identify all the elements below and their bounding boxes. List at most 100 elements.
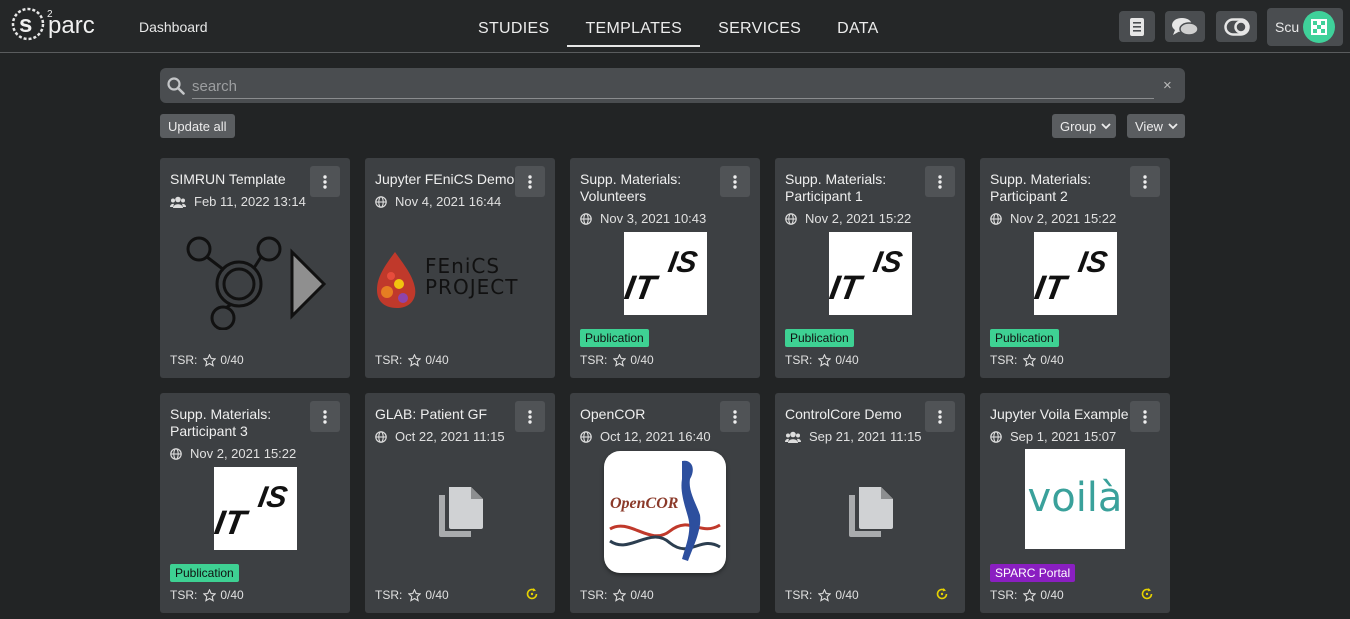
card-date-text: Oct 22, 2021 11:15 [395, 429, 505, 444]
chevron-down-icon [1168, 123, 1178, 130]
card-title: SIMRUN Template [170, 171, 286, 187]
view-dropdown[interactable]: View [1127, 114, 1185, 138]
top-navbar: s 2 parc Dashboard STUDIES TEMPLATES SER… [0, 0, 1350, 53]
template-card[interactable]: Jupyter Voila Example Sep 1, 2021 15:07 v… [980, 393, 1170, 613]
template-card[interactable]: OpenCOR Oct 12, 2021 16:40 OpenCOR TSR: 0/… [570, 393, 760, 613]
card-menu-button[interactable] [1130, 401, 1160, 432]
search-input[interactable] [192, 74, 1154, 99]
template-card[interactable]: Supp. Materials: Volunteers Nov 3, 2021 1… [570, 158, 760, 378]
tsr-value: 0/40 [220, 353, 244, 367]
card-tag: Publication [580, 329, 649, 347]
template-card[interactable]: Supp. Materials: Participant 1 Nov 2, 202… [775, 158, 965, 378]
template-card[interactable]: Supp. Materials: Participant 3 Nov 2, 202… [160, 393, 350, 613]
svg-text:parc: parc [48, 12, 95, 39]
tab-studies[interactable]: STUDIES [460, 0, 567, 53]
card-menu-button[interactable] [720, 401, 750, 432]
card-title: Supp. Materials: Volunteers [580, 171, 682, 204]
card-update-button[interactable] [935, 587, 949, 606]
tab-templates[interactable]: TEMPLATES [567, 0, 700, 53]
template-card[interactable]: GLAB: Patient GF Oct 22, 2021 11:15 TSR: 0… [365, 393, 555, 613]
user-menu-button[interactable]: Scu [1267, 8, 1343, 46]
update-all-label: Update all [168, 118, 227, 134]
card-menu-button[interactable] [310, 166, 340, 197]
search-icon [167, 77, 185, 95]
update-icon[interactable] [935, 587, 949, 601]
card-tsr: TSR: 0/40 [170, 353, 244, 367]
copy-icon [849, 487, 893, 537]
manual-button[interactable] [1119, 11, 1155, 42]
card-tsr: TSR: 0/40 [580, 588, 654, 602]
tab-services[interactable]: SERVICES [700, 0, 819, 53]
tsr-label: TSR: [990, 353, 1018, 367]
update-icon[interactable] [525, 587, 539, 601]
card-menu-button[interactable] [515, 166, 545, 197]
template-card[interactable]: Jupyter FEniCS Demo Nov 4, 2021 16:44 FEn… [365, 158, 555, 378]
card-menu-button[interactable] [1130, 166, 1160, 197]
more-vert-icon [323, 409, 327, 424]
globe-icon [375, 195, 387, 208]
more-vert-icon [1143, 174, 1147, 189]
card-menu-button[interactable] [925, 401, 955, 432]
tsr-label: TSR: [990, 588, 1018, 602]
card-title: Supp. Materials: Participant 2 [990, 171, 1092, 204]
chevron-down-icon [1101, 123, 1111, 130]
card-tsr: TSR: 0/40 [785, 588, 859, 602]
tsr-label: TSR: [375, 588, 403, 602]
tsr-label: TSR: [170, 353, 198, 367]
card-update-button[interactable] [1140, 587, 1154, 606]
user-initials: Scu [1275, 19, 1300, 35]
group-dropdown[interactable]: Group [1052, 114, 1116, 138]
svg-text:IT: IT [624, 269, 662, 307]
star-icon [203, 588, 217, 602]
card-tsr: TSR: 0/40 [785, 353, 859, 367]
theme-toggle-icon [1223, 17, 1250, 36]
card-menu-button[interactable] [515, 401, 545, 432]
card-tsr: TSR: 0/40 [375, 353, 449, 367]
more-vert-icon [323, 174, 327, 189]
dashboard-label[interactable]: Dashboard [139, 19, 208, 35]
copy-icon [439, 487, 483, 537]
update-icon[interactable] [1140, 587, 1154, 601]
globe-icon [580, 430, 592, 443]
star-icon [1023, 353, 1037, 367]
tsr-label: TSR: [170, 588, 198, 602]
more-vert-icon [733, 174, 737, 189]
tab-data[interactable]: DATA [819, 0, 897, 53]
card-date-text: Sep 21, 2021 11:15 [809, 429, 922, 444]
opencor-logo: OpenCOR [604, 451, 726, 573]
star-icon [818, 588, 832, 602]
sparc-logo[interactable]: s 2 parc [11, 6, 111, 42]
card-menu-button[interactable] [925, 166, 955, 197]
fenics-logo: FEniCS PROJECT [373, 248, 548, 310]
card-tsr: TSR: 0/40 [375, 588, 449, 602]
star-icon [613, 353, 627, 367]
card-date: Nov 2, 2021 15:22 [785, 211, 911, 226]
update-all-button[interactable]: Update all [160, 114, 235, 138]
card-menu-button[interactable] [310, 401, 340, 432]
globe-icon [170, 447, 182, 460]
template-card[interactable]: SIMRUN Template Feb 11, 2022 13:14 TSR: 0/… [160, 158, 350, 378]
globe-icon [580, 212, 592, 225]
card-menu-button[interactable] [720, 166, 750, 197]
template-card[interactable]: ControlCore Demo Sep 21, 2021 11:15 TSR: 0… [775, 393, 965, 613]
svg-text:IS: IS [666, 246, 700, 279]
card-title: Supp. Materials: Participant 1 [785, 171, 887, 204]
clear-search-icon[interactable]: × [1163, 77, 1172, 94]
card-date-text: Nov 2, 2021 15:22 [1010, 211, 1117, 226]
itis-logo: IT IS [212, 467, 297, 550]
more-vert-icon [733, 409, 737, 424]
chat-button[interactable] [1165, 11, 1205, 42]
star-icon [613, 588, 627, 602]
svg-text:IT: IT [1034, 269, 1072, 307]
globe-icon [785, 212, 797, 225]
card-update-button[interactable] [525, 587, 539, 606]
users-icon [785, 431, 801, 443]
tsr-value: 0/40 [425, 588, 449, 602]
tsr-value: 0/40 [835, 588, 859, 602]
card-tsr: TSR: 0/40 [990, 353, 1064, 367]
theme-toggle-button[interactable] [1216, 11, 1257, 42]
card-title: Jupyter FEniCS Demo [375, 171, 515, 187]
star-icon [408, 588, 422, 602]
users-icon [170, 196, 186, 208]
template-card[interactable]: Supp. Materials: Participant 2 Nov 2, 202… [980, 158, 1170, 378]
